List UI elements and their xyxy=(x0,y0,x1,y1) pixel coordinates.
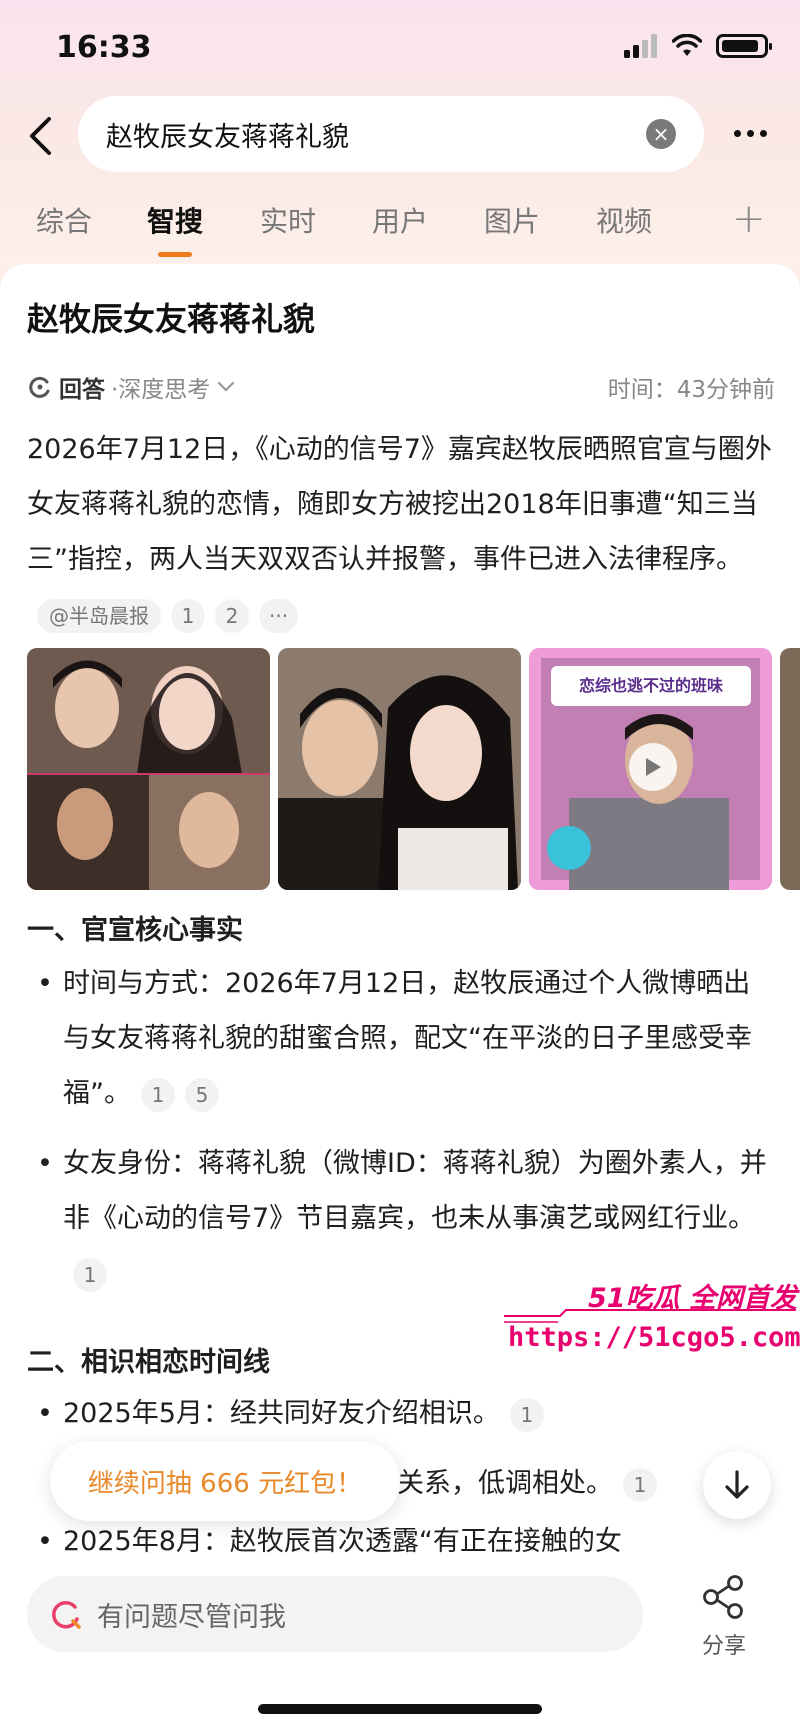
search-tabs: 综合 智搜 实时 用户 图片 视频 + xyxy=(0,196,800,258)
list-item-text: 女友身份：蒋蒋礼貌（微博ID：蒋蒋礼貌）为圈外素人，并非《心动的信号7》节目嘉宾… xyxy=(63,1148,767,1234)
couple-collage-image xyxy=(27,648,270,890)
red-packet-prompt-button[interactable]: 继续问抽 666 元红包！ xyxy=(50,1441,400,1521)
section-heading-1: 一、官宣核心事实 xyxy=(27,915,243,946)
search-input[interactable]: 赵牧辰女友蒋蒋礼貌 × xyxy=(78,96,704,172)
list-item: 爱关系，低调相处。 1 xyxy=(370,1456,730,1511)
home-indicator xyxy=(258,1704,542,1714)
tab-users[interactable]: 用户 xyxy=(372,200,428,240)
bottom-bar: 有问题尽管问我 分享 xyxy=(0,1560,800,1731)
list-item: 2025年5月：经共同好友介绍相识。 1 xyxy=(37,1386,777,1441)
citation-badge[interactable]: 2 xyxy=(215,598,249,633)
ask-input[interactable]: 有问题尽管问我 xyxy=(27,1576,643,1652)
wifi-icon xyxy=(672,34,702,56)
summary-text: 2026年7月12日，《心动的信号7》嘉宾赵牧辰晒照官宣与圈外女友蒋蒋礼貌的恋情… xyxy=(27,434,772,575)
battery-icon xyxy=(716,34,772,58)
ai-ask-icon xyxy=(52,1600,81,1629)
watermark-url: https://51cgo5.com xyxy=(508,1322,800,1353)
answer-meta: 回答 ·深度思考 时间：43分钟前 xyxy=(27,370,775,406)
watermark-brand: 51吃瓜 全网首发 xyxy=(588,1283,797,1314)
section-heading-2: 二、相识相恋时间线 xyxy=(27,1347,270,1378)
ai-search-icon xyxy=(29,376,50,398)
citation-badge[interactable]: 1 xyxy=(509,1397,544,1432)
active-tab-indicator xyxy=(158,252,192,257)
photo-thumbnail-1[interactable] xyxy=(27,648,270,890)
share-button[interactable]: 分享 xyxy=(694,1574,754,1660)
photo-thumbnail-2[interactable] xyxy=(278,648,521,890)
clear-search-button[interactable]: × xyxy=(646,119,676,149)
list-item-text: 2025年5月：经共同好友介绍相识。 xyxy=(63,1398,500,1429)
answer-summary: 2026年7月12日，《心动的信号7》嘉宾赵牧辰晒照官宣与圈外女友蒋蒋礼貌的恋情… xyxy=(27,422,777,642)
add-tab-button[interactable]: + xyxy=(732,196,766,242)
photo-thumbnail-4[interactable] xyxy=(780,648,800,890)
status-time: 16:33 xyxy=(56,30,152,65)
citation-badge[interactable]: 1 xyxy=(141,1077,175,1112)
share-icon xyxy=(703,1575,743,1619)
more-citations-button[interactable]: ··· xyxy=(259,598,299,633)
search-query-text: 赵牧辰女友蒋蒋礼貌 xyxy=(106,121,349,153)
tab-smart-search[interactable]: 智搜 xyxy=(147,200,203,240)
tab-images[interactable]: 图片 xyxy=(484,200,540,240)
arrow-down-icon xyxy=(725,1470,749,1499)
answer-mode: ·深度思考 xyxy=(111,377,211,403)
more-options-button[interactable] xyxy=(724,118,776,148)
scroll-down-button[interactable] xyxy=(703,1451,771,1519)
citation-badge[interactable]: 1 xyxy=(73,1257,107,1292)
couple-selfie-image xyxy=(278,648,521,890)
video-banner-text: 恋综也逃不过的班味 xyxy=(551,666,751,706)
source-citation[interactable]: @半岛晨报 xyxy=(37,598,161,633)
answer-mode-toggle[interactable]: 回答 ·深度思考 xyxy=(27,370,236,404)
tab-comprehensive[interactable]: 综合 xyxy=(36,200,92,240)
citation-badge[interactable]: 1 xyxy=(623,1467,657,1502)
list-item-text: 爱关系，低调相处。 xyxy=(370,1468,613,1499)
signal-icon xyxy=(624,34,657,58)
video-thumbnail[interactable]: 恋综也逃不过的班味 xyxy=(529,648,772,890)
status-icons xyxy=(624,34,772,58)
tab-videos[interactable]: 视频 xyxy=(596,200,652,240)
tab-realtime[interactable]: 实时 xyxy=(260,200,316,240)
chevron-left-icon xyxy=(30,117,51,155)
chevron-down-icon xyxy=(218,381,235,392)
back-button[interactable] xyxy=(18,114,62,158)
ask-placeholder: 有问题尽管问我 xyxy=(97,1601,286,1633)
share-label: 分享 xyxy=(701,1634,746,1659)
play-icon[interactable] xyxy=(629,743,677,791)
citation-badge[interactable]: 5 xyxy=(185,1077,219,1112)
answer-time: 时间：43分钟前 xyxy=(607,377,775,403)
watermark-logo: 51吃瓜 全网首发 https://51cgo5.com xyxy=(500,1270,800,1370)
list-item: 时间与方式：2026年7月12日，赵牧辰通过个人微博晒出与女友蒋蒋礼貌的甜蜜合照… xyxy=(37,956,777,1121)
answer-label: 回答 xyxy=(59,377,105,403)
citation-badge[interactable]: 1 xyxy=(171,598,205,633)
answer-title: 赵牧辰女友蒋蒋礼貌 xyxy=(27,300,316,338)
